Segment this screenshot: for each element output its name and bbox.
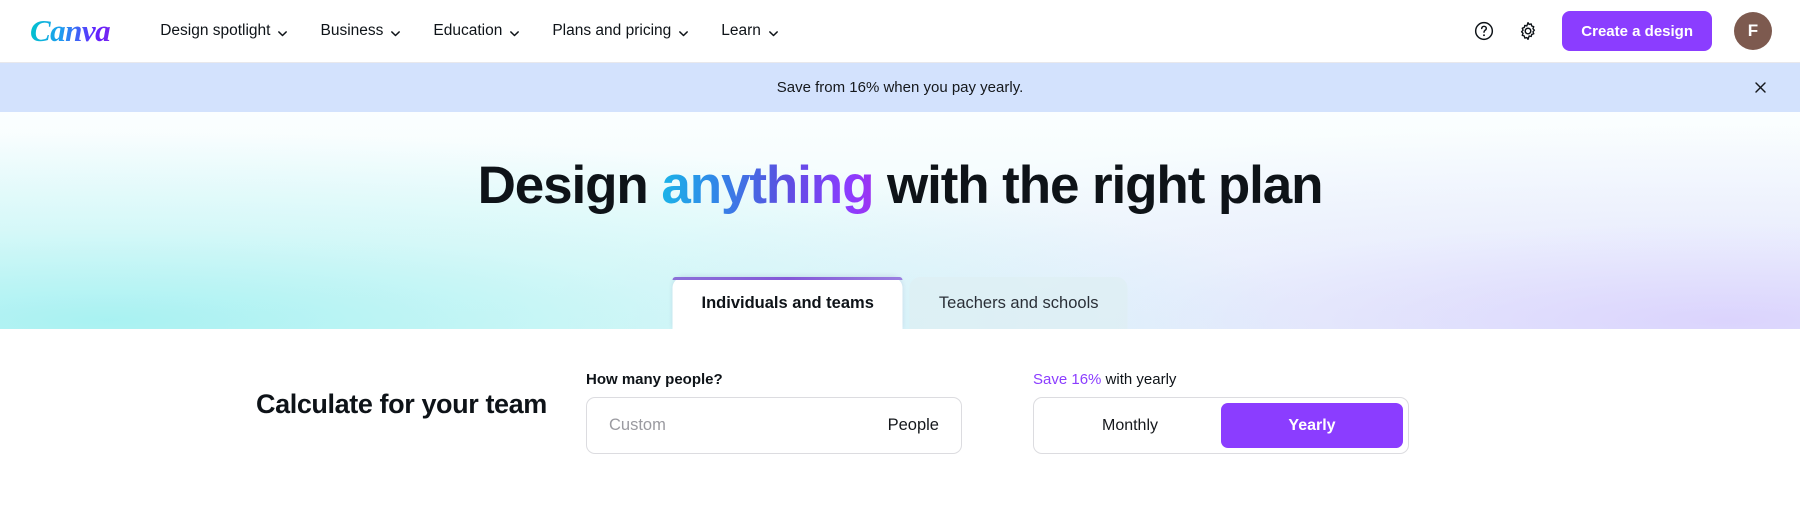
team-calculator-section: Calculate for your team How many people?…	[0, 329, 1800, 530]
billing-savings-rest: with yearly	[1101, 371, 1177, 388]
nav-item-label: Education	[433, 22, 503, 39]
people-count-input[interactable]	[609, 416, 876, 435]
nav-item-education[interactable]: Education	[417, 14, 536, 48]
close-icon[interactable]	[1744, 72, 1776, 104]
nav-item-learn[interactable]: Learn	[705, 14, 795, 48]
chevron-down-icon	[678, 26, 689, 37]
chevron-down-icon	[390, 26, 401, 37]
create-a-design-button[interactable]: Create a design	[1562, 11, 1712, 51]
hero-section: Design anything with the right plan Indi…	[0, 112, 1800, 329]
page-title-part-1: Design	[477, 156, 662, 215]
promo-banner: Save from 16% when you pay yearly.	[0, 63, 1800, 112]
page-title-part-2: with the right plan	[873, 156, 1324, 215]
billing-period-group: Save 16% with yearly Monthly Yearly	[1033, 371, 1409, 454]
nav-item-plans-and-pricing[interactable]: Plans and pricing	[536, 14, 705, 48]
help-circle-icon[interactable]	[1465, 12, 1503, 50]
nav-actions: Create a design F	[1465, 11, 1772, 51]
nav-item-design-spotlight[interactable]: Design spotlight	[144, 14, 304, 48]
calculator-heading: Calculate for your team	[256, 389, 547, 419]
nav-item-label: Business	[320, 22, 384, 39]
billing-period-toggle: Monthly Yearly	[1033, 397, 1409, 454]
people-unit-label: People	[887, 416, 939, 434]
nav-item-label: Learn	[721, 22, 761, 39]
canva-logo[interactable]: Canva	[30, 13, 114, 49]
top-navigation-bar: Canva Design spotlight Business Educatio…	[0, 0, 1800, 63]
billing-savings-label: Save 16% with yearly	[1033, 371, 1409, 388]
billing-option-monthly[interactable]: Monthly	[1039, 403, 1221, 448]
page-title-highlight: anything	[661, 156, 874, 215]
billing-option-yearly[interactable]: Yearly	[1221, 403, 1403, 448]
audience-tabs: Individuals and teams Teachers and schoo…	[672, 277, 1128, 329]
gear-icon[interactable]	[1509, 12, 1547, 50]
primary-nav-links: Design spotlight Business Education Plan…	[144, 14, 795, 48]
chevron-down-icon	[277, 26, 288, 37]
avatar[interactable]: F	[1734, 12, 1772, 50]
people-count-group: How many people? People	[586, 371, 962, 454]
page-title: Design anything with the right plan	[477, 156, 1324, 217]
tab-teachers-and-schools[interactable]: Teachers and schools	[909, 277, 1128, 329]
chevron-down-icon	[509, 26, 520, 37]
people-count-input-wrapper[interactable]: People	[586, 397, 962, 454]
nav-item-label: Plans and pricing	[552, 22, 672, 39]
chevron-down-icon	[768, 26, 779, 37]
billing-savings-accent: Save 16%	[1033, 371, 1102, 388]
tab-individuals-and-teams[interactable]: Individuals and teams	[672, 277, 904, 329]
people-count-label: How many people?	[586, 371, 723, 388]
nav-item-business[interactable]: Business	[304, 14, 417, 48]
nav-item-label: Design spotlight	[160, 22, 271, 39]
promo-banner-text: Save from 16% when you pay yearly.	[776, 79, 1024, 96]
